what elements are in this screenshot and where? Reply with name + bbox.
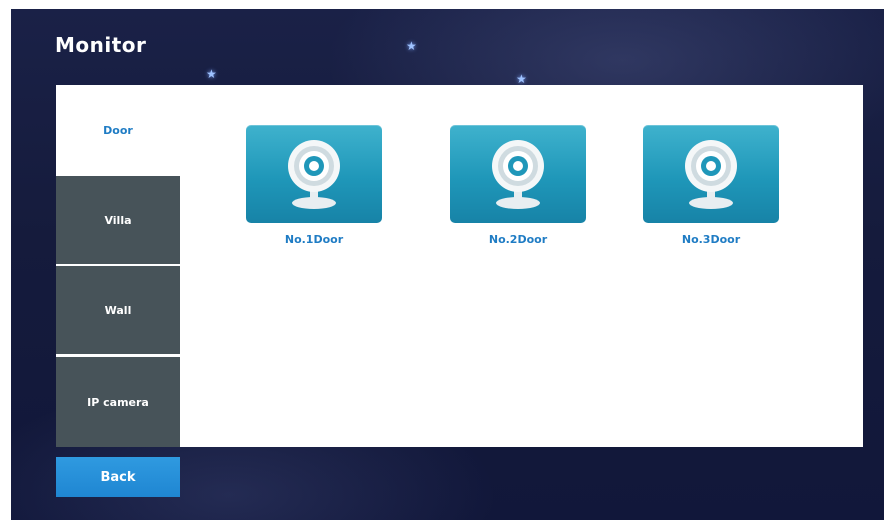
webcam-icon <box>685 140 737 209</box>
tab-door[interactable]: Door <box>56 85 180 176</box>
tab-ip-camera[interactable]: IP camera <box>56 357 180 447</box>
webcam-icon <box>288 140 340 209</box>
webcam-icon <box>492 140 544 209</box>
tab-villa[interactable]: Villa <box>56 176 180 264</box>
monitor-screen: Monitor ★ ★ ★ Door Villa Wall IP camera <box>11 9 884 520</box>
device-grid: No.1Door No.2Door No.3Door <box>180 85 863 447</box>
tab-label: Villa <box>104 213 132 227</box>
tab-wall[interactable]: Wall <box>56 266 180 354</box>
device-label: No.1Door <box>284 233 344 246</box>
star-decoration-icon: ★ <box>406 39 417 53</box>
star-decoration-icon: ★ <box>516 72 527 86</box>
device-tile-door-2[interactable]: No.2Door <box>450 125 586 246</box>
device-button[interactable] <box>450 125 586 223</box>
back-button[interactable]: Back <box>56 457 180 497</box>
device-button[interactable] <box>246 125 382 223</box>
device-button[interactable] <box>643 125 779 223</box>
device-tile-door-1[interactable]: No.1Door <box>246 125 382 246</box>
device-label: No.3Door <box>681 233 741 246</box>
main-panel: Door Villa Wall IP camera No.1Door No.2D… <box>56 85 863 447</box>
star-decoration-icon: ★ <box>206 67 217 81</box>
page-title: Monitor <box>55 33 147 57</box>
tab-label: IP camera <box>87 395 149 409</box>
tab-label: Wall <box>104 303 132 317</box>
device-tile-door-3[interactable]: No.3Door <box>643 125 779 246</box>
device-label: No.2Door <box>488 233 548 246</box>
tab-label: Door <box>103 124 133 137</box>
